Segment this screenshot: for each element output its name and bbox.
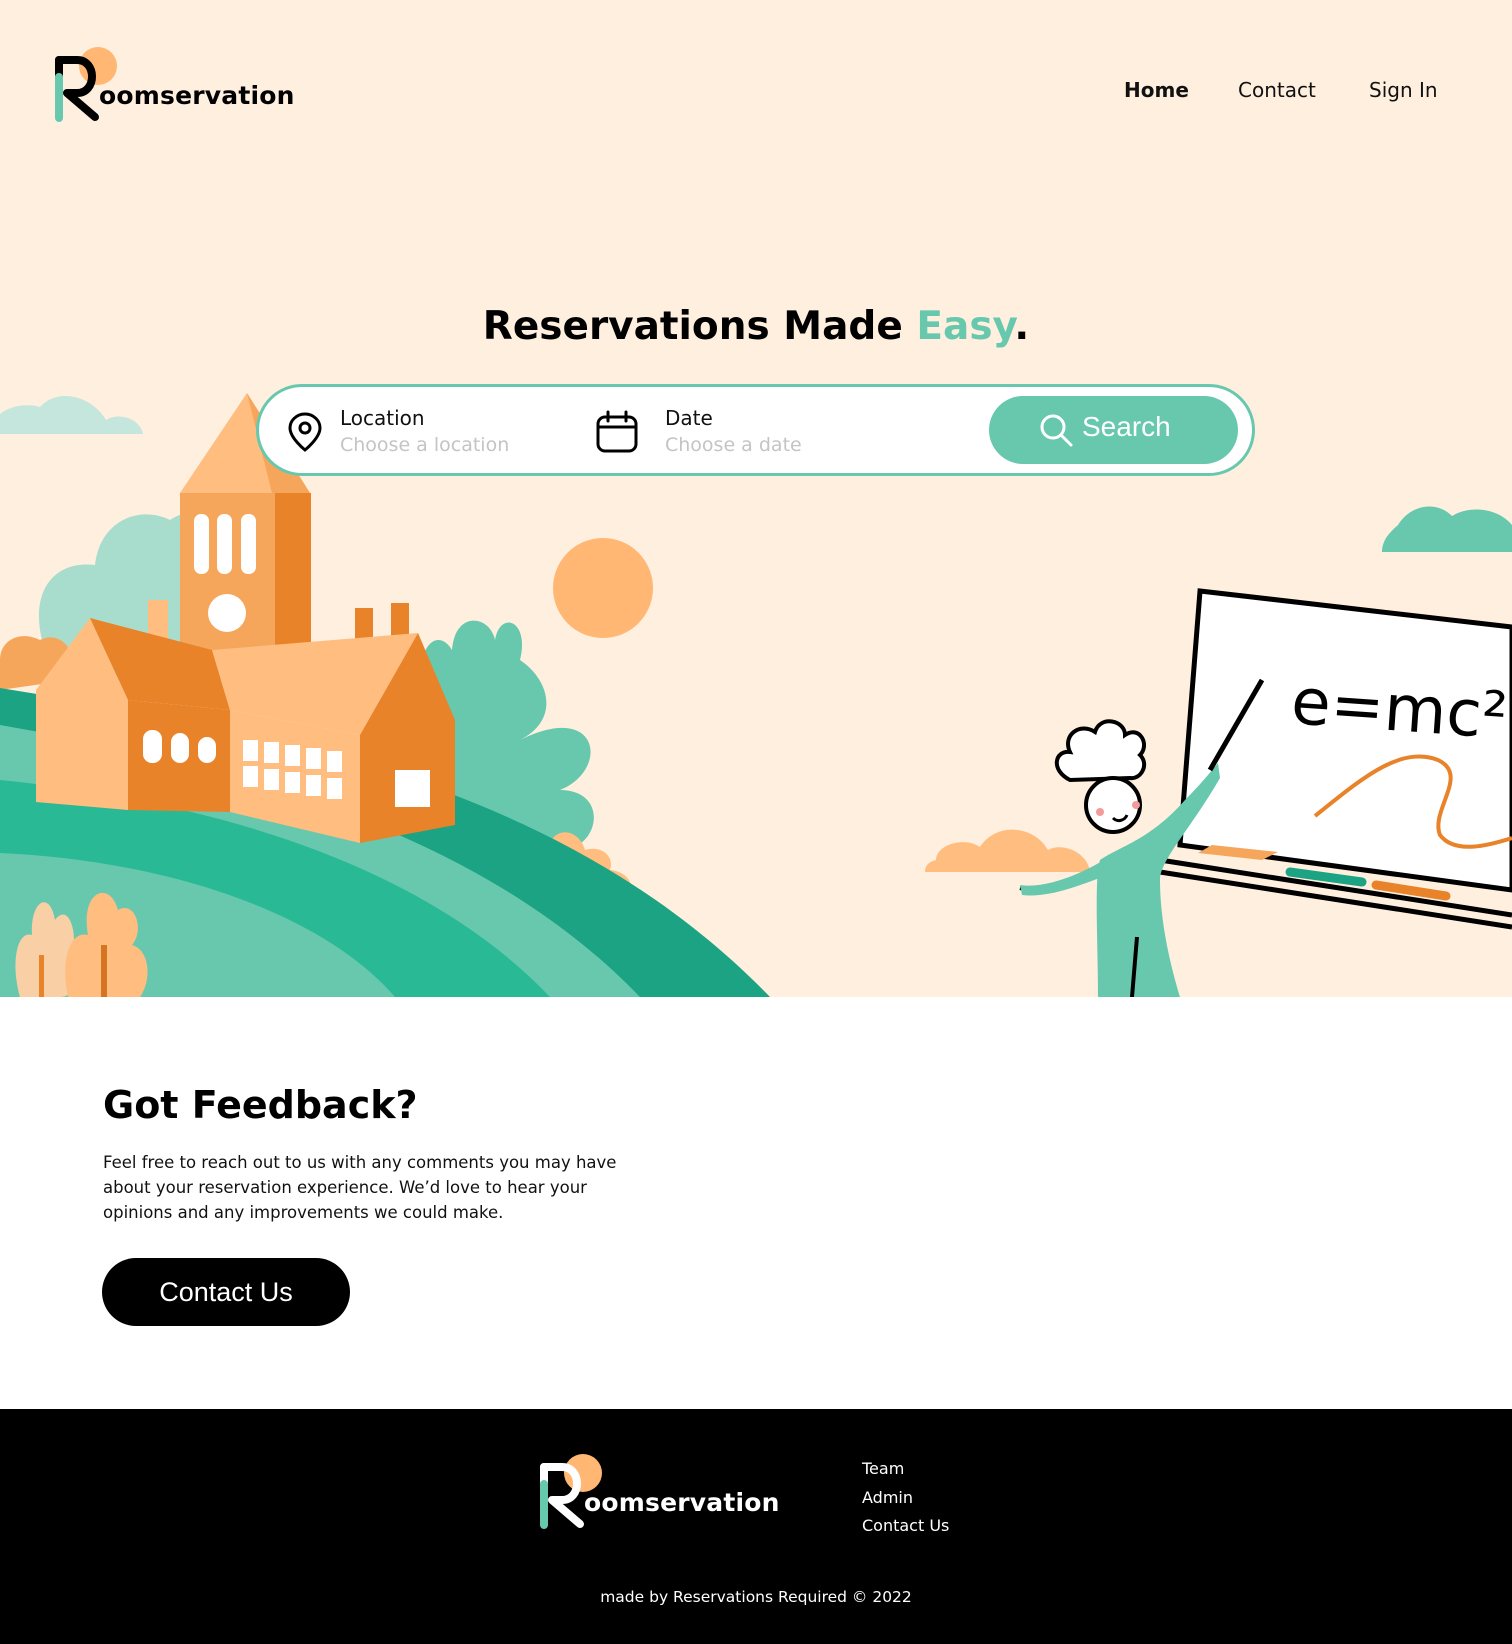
sun-shape <box>553 538 653 638</box>
nav-home-link[interactable]: Home <box>1124 78 1189 102</box>
date-input[interactable] <box>665 431 895 459</box>
tower-window <box>194 514 209 574</box>
hero-title: Reservations Made Easy. <box>0 304 1512 349</box>
footer-logo[interactable]: oomservation <box>540 1452 779 1532</box>
footer-link-contact-us[interactable]: Contact Us <box>862 1512 949 1541</box>
search-button[interactable]: Search <box>989 396 1238 464</box>
shrub-trunk <box>101 945 107 997</box>
tower-window <box>241 514 256 574</box>
footer-links: Team Admin Contact Us <box>862 1455 949 1541</box>
house-window <box>198 737 216 763</box>
house-window <box>143 730 162 763</box>
search-bar: Location Date Search <box>256 384 1255 476</box>
search-button-label: Search <box>1082 411 1171 442</box>
footer: oomservation Team Admin Contact Us made … <box>0 1409 1512 1644</box>
cloud-left <box>0 395 143 434</box>
footer-link-admin[interactable]: Admin <box>862 1484 949 1513</box>
map-pin-icon <box>288 412 322 452</box>
footer-wordmark: oomservation <box>584 1488 780 1517</box>
hero-title-accent: Easy <box>916 304 1015 349</box>
cloud-right <box>1382 506 1512 552</box>
brand-logo[interactable]: oomservation <box>55 45 294 125</box>
contact-us-label: Contact Us <box>159 1276 293 1307</box>
teacher-face <box>1084 776 1142 834</box>
hero-title-main: Reservations Made <box>482 304 917 349</box>
feedback-title: Got Feedback? <box>103 1083 418 1127</box>
chimney <box>391 603 409 638</box>
brand-wordmark: oomservation <box>99 81 295 110</box>
tower-side <box>275 493 311 653</box>
location-input[interactable] <box>340 431 570 459</box>
shrub-trunk <box>39 955 44 997</box>
calendar-icon <box>596 410 638 453</box>
copyright-text: made by Reservations Required © 2022 <box>600 1588 912 1606</box>
hall-window <box>395 770 430 807</box>
search-icon <box>1040 414 1073 447</box>
tower-clock <box>208 594 246 632</box>
feedback-body: Feel free to reach out to us with any co… <box>103 1153 617 1222</box>
cloud-peach <box>925 829 1090 872</box>
teacher-cheek <box>1096 808 1104 816</box>
hero-illustration: e=mc² <box>0 393 1512 997</box>
location-label: Location <box>340 406 425 430</box>
teacher-cheek <box>1132 801 1140 809</box>
nav-contact-link[interactable]: Contact <box>1238 78 1316 102</box>
contact-us-button[interactable]: Contact Us <box>102 1258 350 1326</box>
date-label: Date <box>665 406 713 430</box>
hero-title-end: . <box>1014 304 1030 349</box>
formula-text: e=mc² <box>1289 665 1510 754</box>
house-window <box>171 733 189 763</box>
tower-window <box>217 514 232 574</box>
footer-link-team[interactable]: Team <box>862 1455 949 1484</box>
teacher-hair <box>1054 719 1147 783</box>
hero-section: e=mc² oomservation Home Contact Sign In … <box>0 0 1512 997</box>
nav-sign-in-link[interactable]: Sign In <box>1369 78 1438 102</box>
